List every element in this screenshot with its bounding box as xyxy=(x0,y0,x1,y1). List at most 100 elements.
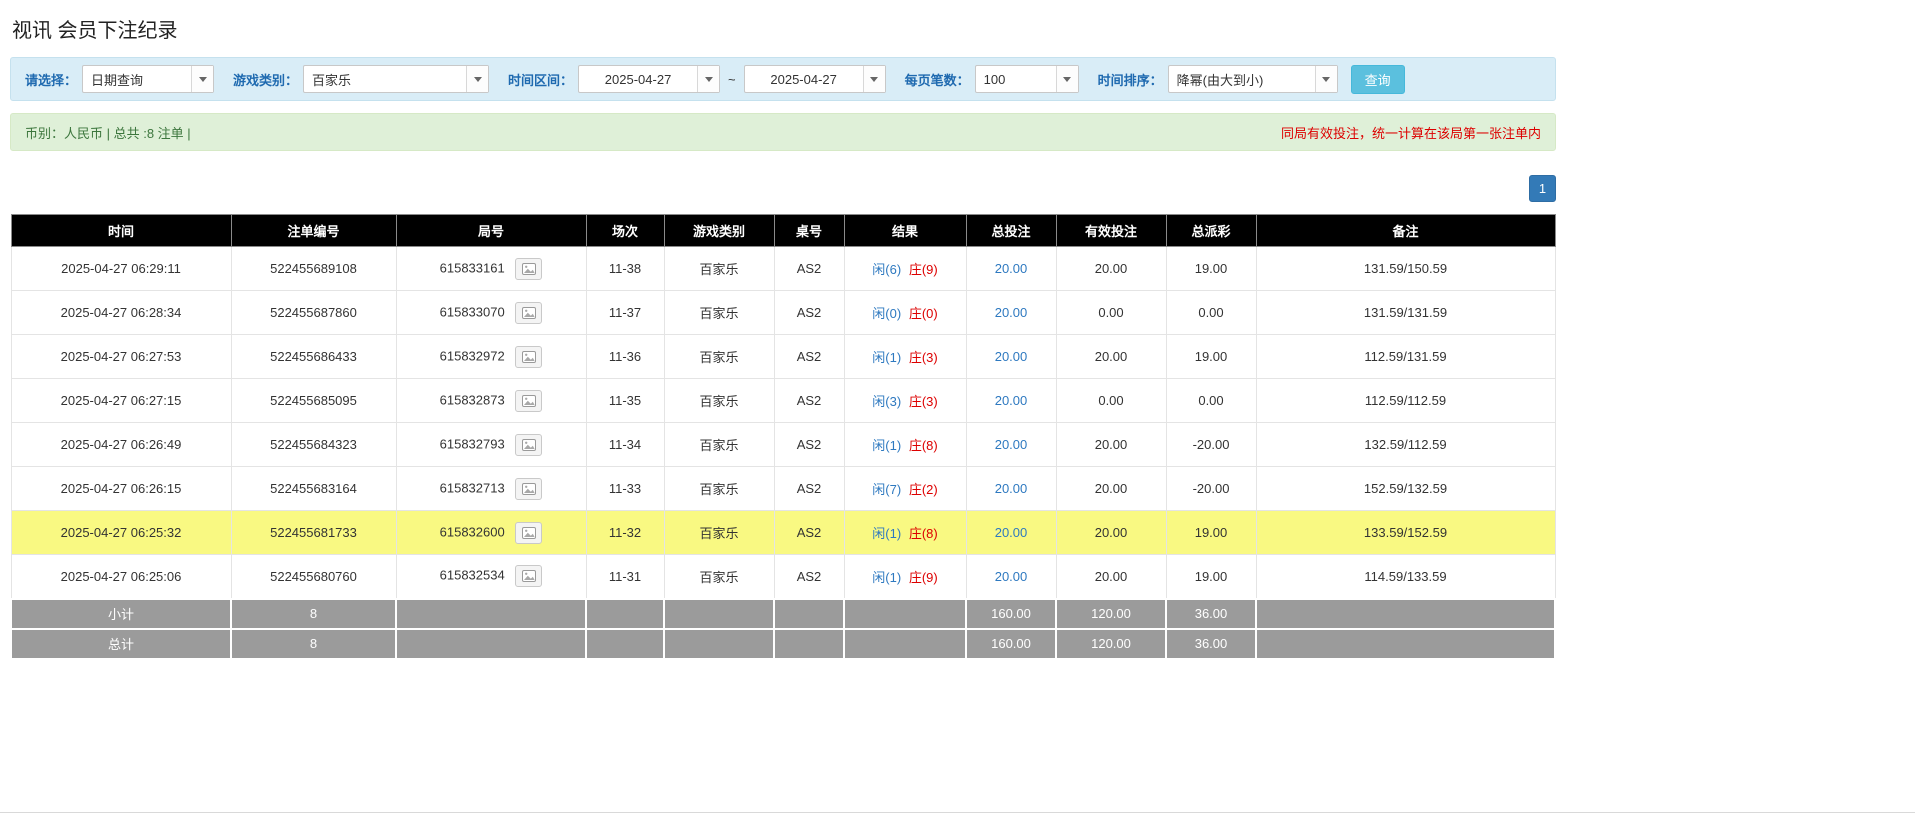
col-header-payout: 总派彩 xyxy=(1165,214,1257,247)
card-image-button[interactable] xyxy=(515,433,543,456)
cell-total-bet: 20.00 xyxy=(965,378,1057,423)
card-image-button[interactable] xyxy=(515,521,543,544)
total-bet-link[interactable]: 20.00 xyxy=(995,569,1028,584)
chevron-down-icon[interactable] xyxy=(466,66,489,92)
cell-total-bet: 20.00 xyxy=(965,554,1057,599)
cell-bet-id: 522455684323 xyxy=(230,422,397,467)
card-image-button[interactable] xyxy=(515,301,543,324)
chevron-down-icon[interactable] xyxy=(862,66,885,92)
cell-table: AS2 xyxy=(773,334,845,379)
cell-result: 闲(1) 庄(9) xyxy=(843,554,967,599)
page-bottom-divider xyxy=(0,811,1915,824)
subtotal-label: 小计 xyxy=(10,597,232,630)
cell-bet-id: 522455685095 xyxy=(230,378,397,423)
card-image-button[interactable] xyxy=(515,257,543,280)
total-bet-link[interactable]: 20.00 xyxy=(995,393,1028,408)
game-type-select[interactable]: 百家乐 xyxy=(303,65,490,93)
cell-time: 2025-04-27 06:27:53 xyxy=(10,334,232,379)
total-bet-link[interactable]: 20.00 xyxy=(995,349,1028,364)
round-id-text: 615832713 xyxy=(439,479,505,495)
total-empty-cell xyxy=(663,627,775,660)
result-player: 闲(6) xyxy=(872,262,902,277)
date-from-select[interactable]: 2025-04-27 xyxy=(578,65,721,93)
col-header-time: 时间 xyxy=(10,214,232,247)
pagination-page-1[interactable]: 1 xyxy=(1529,175,1556,202)
card-image-button[interactable] xyxy=(515,345,543,368)
cell-time: 2025-04-27 06:26:49 xyxy=(10,422,232,467)
cell-table: AS2 xyxy=(773,554,845,599)
total-bet-link[interactable]: 20.00 xyxy=(995,305,1028,320)
subtotal-empty-cell xyxy=(585,597,665,630)
total-bet-link[interactable]: 20.00 xyxy=(995,481,1028,496)
result-player: 闲(1) xyxy=(872,350,902,365)
card-image-button[interactable] xyxy=(515,389,543,412)
image-icon xyxy=(521,482,536,495)
cell-total-bet: 20.00 xyxy=(965,246,1057,291)
filter-time-range-label: 时间区间： xyxy=(508,72,574,88)
filter-sort-label: 时间排序： xyxy=(1097,72,1163,88)
cell-payout: 19.00 xyxy=(1165,334,1257,379)
cell-session: 11-34 xyxy=(585,422,665,467)
date-range-separator: ~ xyxy=(728,71,736,87)
cell-payout: 19.00 xyxy=(1165,510,1257,555)
table-row: 2025-04-27 06:26:15 522455683164 6158327… xyxy=(10,466,1556,511)
cell-valid-bet: 20.00 xyxy=(1055,246,1167,291)
cell-bet-id: 522455687860 xyxy=(230,290,397,335)
cell-total-bet: 20.00 xyxy=(965,334,1057,379)
caret-icon xyxy=(1063,76,1072,82)
table-row: 2025-04-27 06:25:32 522455681733 6158326… xyxy=(10,510,1556,555)
table-header-row: 时间 注单编号 局号 场次 游戏类别 桌号 结果 总投注 有效投注 总派彩 备注 xyxy=(10,214,1556,247)
chevron-down-icon[interactable] xyxy=(1055,66,1078,92)
card-image-button[interactable] xyxy=(515,565,543,588)
cell-note: 112.59/112.59 xyxy=(1255,378,1556,423)
subtotal-valid-bet: 120.00 xyxy=(1055,597,1167,630)
cell-time: 2025-04-27 06:27:15 xyxy=(10,378,232,423)
cell-payout: 0.00 xyxy=(1165,378,1257,423)
cell-total-bet: 20.00 xyxy=(965,290,1057,335)
bet-records-table: 时间 注单编号 局号 场次 游戏类别 桌号 结果 总投注 有效投注 总派彩 备注… xyxy=(10,214,1556,660)
page-size-select[interactable]: 100 xyxy=(974,65,1079,93)
cell-game-type: 百家乐 xyxy=(663,554,775,599)
card-image-button[interactable] xyxy=(515,477,543,500)
image-icon xyxy=(521,306,536,319)
caret-icon xyxy=(704,76,713,82)
cell-total-bet: 20.00 xyxy=(965,466,1057,511)
query-type-select[interactable]: 日期查询 xyxy=(82,65,215,93)
result-player: 闲(7) xyxy=(872,482,902,497)
cell-payout: 0.00 xyxy=(1165,290,1257,335)
total-bet-link[interactable]: 20.00 xyxy=(995,261,1028,276)
pagination: 1 xyxy=(10,175,1556,202)
chevron-down-icon[interactable] xyxy=(697,66,720,92)
cell-note: 152.59/132.59 xyxy=(1255,466,1556,511)
chevron-down-icon[interactable] xyxy=(191,66,214,92)
total-bet-link[interactable]: 20.00 xyxy=(995,437,1028,452)
date-to-select[interactable]: 2025-04-27 xyxy=(743,65,886,93)
cell-result: 闲(1) 庄(8) xyxy=(843,510,967,555)
total-payout: 36.00 xyxy=(1165,627,1257,660)
total-empty-cell xyxy=(585,627,665,660)
result-banker: 庄(3) xyxy=(908,350,938,365)
result-banker: 庄(8) xyxy=(908,526,938,541)
cell-valid-bet: 0.00 xyxy=(1055,378,1167,423)
search-button[interactable]: 查询 xyxy=(1350,64,1405,94)
caret-icon xyxy=(473,76,482,82)
caret-icon xyxy=(870,76,879,82)
chevron-down-icon[interactable] xyxy=(1314,66,1337,92)
cell-note: 114.59/133.59 xyxy=(1255,554,1556,599)
col-header-result: 结果 xyxy=(843,214,967,247)
cell-bet-id: 522455686433 xyxy=(230,334,397,379)
cell-table: AS2 xyxy=(773,290,845,335)
subtotal-count: 8 xyxy=(230,597,397,630)
total-bet-link[interactable]: 20.00 xyxy=(995,525,1028,540)
cell-time: 2025-04-27 06:26:15 xyxy=(10,466,232,511)
result-banker: 庄(3) xyxy=(908,394,938,409)
image-icon xyxy=(521,394,536,407)
cell-session: 11-37 xyxy=(585,290,665,335)
round-id-text: 615833070 xyxy=(439,303,505,319)
total-empty-cell xyxy=(773,627,845,660)
cell-game-type: 百家乐 xyxy=(663,246,775,291)
cell-table: AS2 xyxy=(773,466,845,511)
time-sort-select[interactable]: 降幂(由大到小) xyxy=(1167,65,1338,93)
total-valid-bet: 120.00 xyxy=(1055,627,1167,660)
round-id-text: 615833161 xyxy=(439,259,505,275)
